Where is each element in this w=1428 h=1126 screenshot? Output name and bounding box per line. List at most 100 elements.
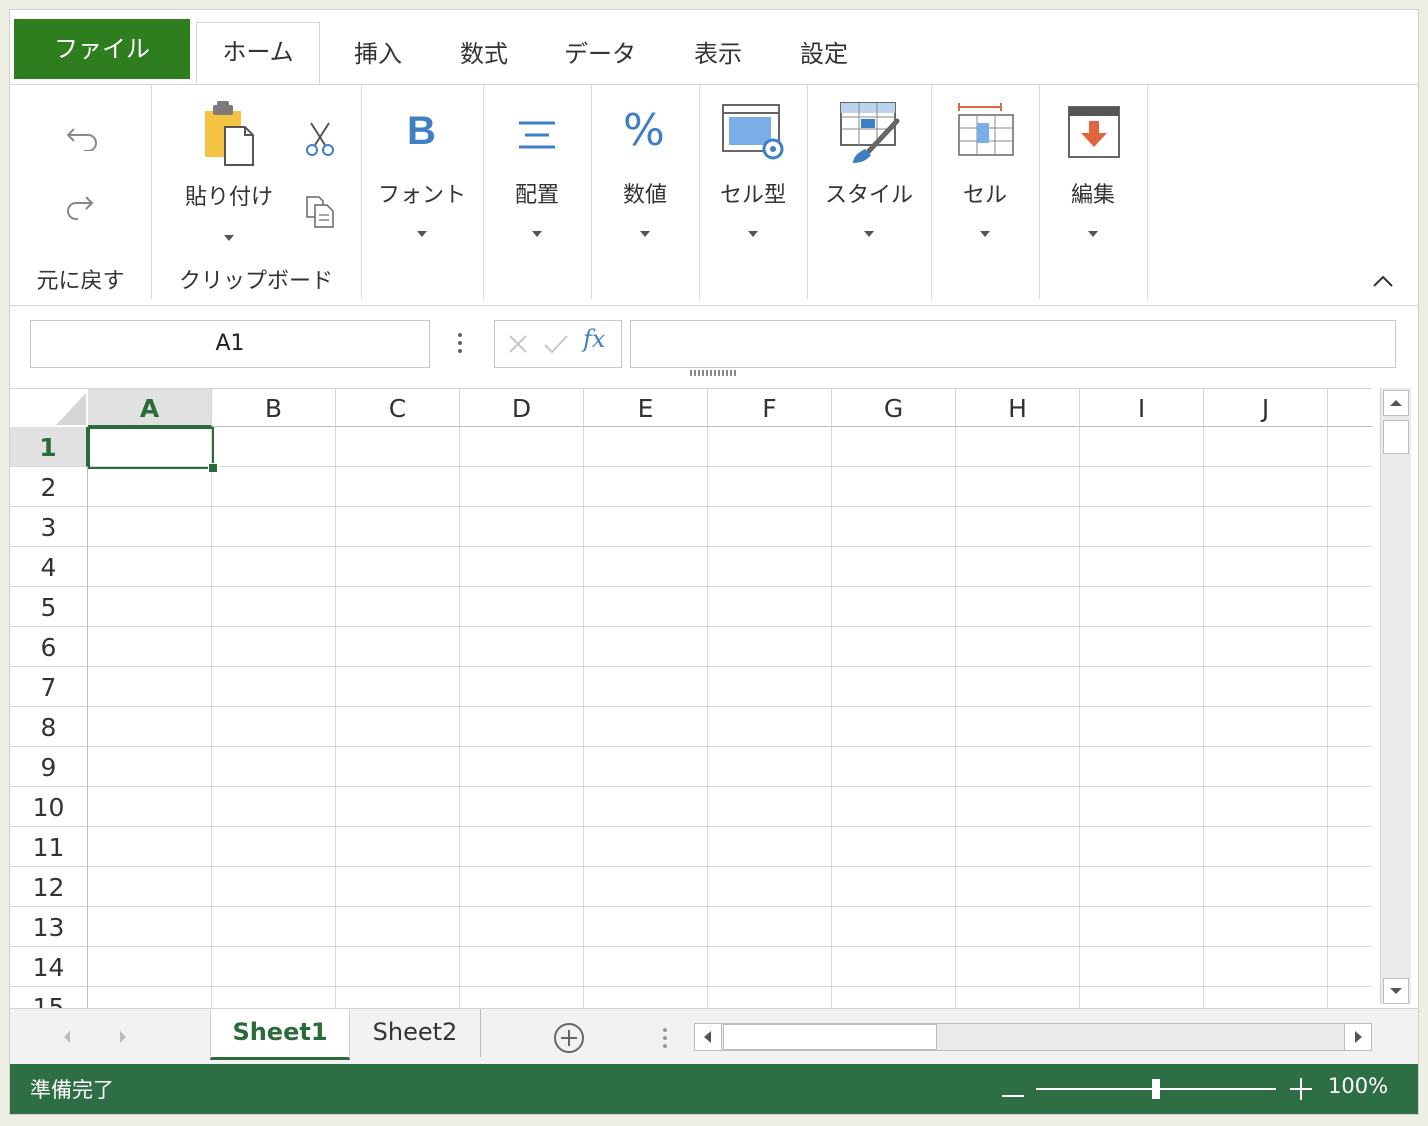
cell[interactable] (708, 707, 832, 747)
cell[interactable] (460, 787, 584, 827)
cell[interactable] (956, 427, 1080, 467)
zoom-in-icon[interactable] (1288, 1076, 1314, 1102)
cell[interactable] (88, 947, 212, 987)
worksheet-grid[interactable]: A B C D E F G H I J 1 2 3 4 5 6 7 8 9 10 11 12 13 14 15 (10, 388, 1372, 1009)
cell[interactable] (1204, 907, 1328, 947)
cut-icon[interactable] (303, 119, 337, 159)
cell[interactable] (584, 667, 708, 707)
zoom-out-icon[interactable] (1000, 1078, 1026, 1104)
select-all-corner[interactable] (10, 389, 88, 427)
cell[interactable] (336, 587, 460, 627)
cell[interactable] (212, 747, 336, 787)
cell[interactable] (1080, 907, 1204, 947)
cell[interactable] (956, 827, 1080, 867)
font-group[interactable]: B フォント (361, 85, 484, 299)
cell[interactable] (212, 587, 336, 627)
cell[interactable] (584, 627, 708, 667)
column-header[interactable]: B (212, 389, 336, 427)
cell[interactable] (832, 667, 956, 707)
tab-file[interactable]: ファイル (14, 19, 190, 79)
sheet-tab-1[interactable]: Sheet1 (210, 1009, 350, 1060)
cell[interactable] (832, 987, 956, 1009)
cell[interactable] (1204, 867, 1328, 907)
cell[interactable] (956, 627, 1080, 667)
paste-dropdown-caret[interactable] (224, 235, 234, 241)
cell[interactable] (336, 947, 460, 987)
cell[interactable] (1328, 867, 1372, 907)
cell[interactable] (584, 467, 708, 507)
tab-formulas[interactable]: 数式 (446, 24, 522, 84)
cell[interactable] (460, 507, 584, 547)
cell[interactable] (584, 707, 708, 747)
cell[interactable] (336, 427, 460, 467)
cell[interactable] (1204, 667, 1328, 707)
cancel-icon[interactable] (507, 333, 529, 355)
cell[interactable] (956, 947, 1080, 987)
styles-group[interactable]: スタイル (807, 85, 932, 299)
cell[interactable] (88, 507, 212, 547)
cell[interactable] (584, 947, 708, 987)
row-header[interactable]: 13 (10, 907, 88, 947)
cell[interactable] (460, 867, 584, 907)
number-group[interactable]: % 数値 (591, 85, 700, 299)
row-header[interactable]: 8 (10, 707, 88, 747)
cell[interactable] (956, 707, 1080, 747)
column-header[interactable] (1328, 389, 1372, 427)
cell[interactable] (956, 547, 1080, 587)
cell[interactable] (336, 627, 460, 667)
cell[interactable] (1204, 547, 1328, 587)
cell[interactable] (832, 907, 956, 947)
cell[interactable] (212, 627, 336, 667)
column-header[interactable]: G (832, 389, 956, 427)
tab-data[interactable]: データ (550, 24, 650, 84)
cell[interactable] (1204, 627, 1328, 667)
cell[interactable] (1328, 987, 1372, 1009)
cell[interactable] (212, 547, 336, 587)
cell[interactable] (708, 507, 832, 547)
more-options-icon[interactable] (456, 332, 464, 356)
tab-home[interactable]: ホーム (196, 22, 320, 84)
cell[interactable] (832, 427, 956, 467)
cell[interactable] (1328, 547, 1372, 587)
cell[interactable] (1328, 827, 1372, 867)
cell[interactable] (832, 947, 956, 987)
cell[interactable] (1080, 867, 1204, 907)
cell[interactable] (1328, 707, 1372, 747)
cell[interactable] (956, 907, 1080, 947)
cell[interactable] (1080, 787, 1204, 827)
cell[interactable] (708, 947, 832, 987)
cell[interactable] (460, 587, 584, 627)
cell[interactable] (460, 747, 584, 787)
cell[interactable] (460, 467, 584, 507)
cell[interactable] (336, 507, 460, 547)
sheet-options-icon[interactable] (661, 1027, 669, 1051)
column-header[interactable]: D (460, 389, 584, 427)
cell[interactable] (336, 667, 460, 707)
cell[interactable] (584, 587, 708, 627)
cell[interactable] (1204, 587, 1328, 627)
cell[interactable] (832, 867, 956, 907)
cell[interactable] (88, 667, 212, 707)
row-header[interactable]: 9 (10, 747, 88, 787)
cell[interactable] (1204, 707, 1328, 747)
cell[interactable] (832, 787, 956, 827)
cell[interactable] (460, 547, 584, 587)
cell[interactable] (1204, 787, 1328, 827)
collapse-ribbon-icon[interactable] (1372, 273, 1394, 289)
formula-bar-resize-handle[interactable] (690, 370, 736, 376)
formula-input[interactable] (630, 320, 1396, 368)
cell[interactable] (212, 867, 336, 907)
cell[interactable] (832, 707, 956, 747)
cell[interactable] (708, 907, 832, 947)
cell[interactable] (336, 867, 460, 907)
cell[interactable] (460, 707, 584, 747)
row-header[interactable]: 12 (10, 867, 88, 907)
cell[interactable] (956, 587, 1080, 627)
cell[interactable] (1328, 907, 1372, 947)
add-sheet-icon[interactable] (552, 1021, 586, 1055)
cell[interactable] (212, 907, 336, 947)
cell[interactable] (1080, 427, 1204, 467)
cell[interactable] (1080, 587, 1204, 627)
cell[interactable] (584, 427, 708, 467)
next-sheet-icon[interactable] (116, 1027, 130, 1047)
